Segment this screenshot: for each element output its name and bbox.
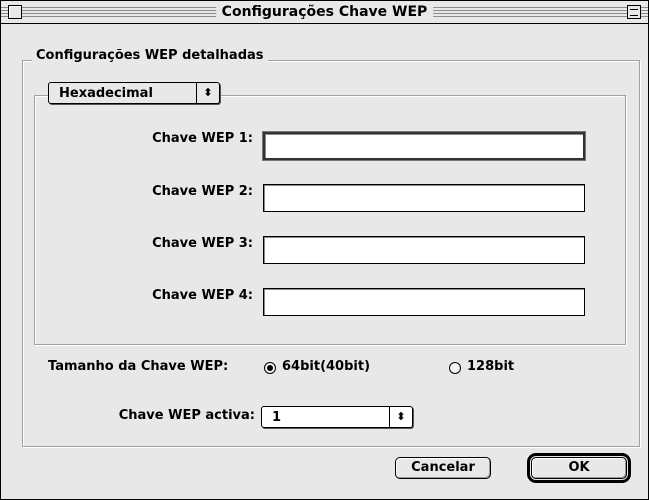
- title-bar[interactable]: Configurações Chave WEP: [1, 1, 648, 24]
- key-format-value: Hexadecimal: [59, 86, 153, 101]
- popup-arrows-icon: ⬍: [196, 83, 219, 103]
- popup-arrows-icon: ⬍: [389, 407, 412, 427]
- cancel-button[interactable]: Cancelar: [395, 457, 491, 479]
- wep-key-4-field[interactable]: [263, 288, 585, 316]
- wep-key-4-label: Chave WEP 4:: [152, 288, 253, 303]
- radio-128bit-label[interactable]: 128bit: [467, 357, 514, 377]
- radio-64bit-label[interactable]: 64bit(40bit): [282, 357, 370, 377]
- collapse-box-icon[interactable]: [627, 5, 641, 19]
- close-box-icon[interactable]: [8, 5, 22, 19]
- wep-key-3-field[interactable]: [263, 236, 585, 264]
- active-key-popup[interactable]: 1 ⬍: [261, 406, 413, 428]
- wep-key-2-field[interactable]: [263, 184, 585, 212]
- radio-128bit[interactable]: [449, 362, 461, 374]
- active-key-value: 1: [272, 410, 282, 425]
- wep-settings-window: Configurações Chave WEP Configurações WE…: [0, 0, 649, 500]
- wep-key-2-label: Chave WEP 2:: [152, 184, 253, 199]
- ok-button[interactable]: OK: [527, 453, 631, 483]
- window-title: Configurações Chave WEP: [215, 3, 434, 21]
- radio-64bit[interactable]: [264, 362, 276, 374]
- group-label: Configurações WEP detalhadas: [32, 46, 268, 66]
- active-key-label: Chave WEP activa:: [118, 408, 255, 423]
- key-size-label: Tamanho da Chave WEP:: [48, 359, 229, 374]
- wep-key-1-field[interactable]: [262, 131, 586, 161]
- key-format-popup[interactable]: Hexadecimal ⬍: [48, 82, 220, 104]
- wep-key-1-label: Chave WEP 1:: [152, 131, 253, 146]
- wep-key-3-label: Chave WEP 3:: [152, 236, 253, 251]
